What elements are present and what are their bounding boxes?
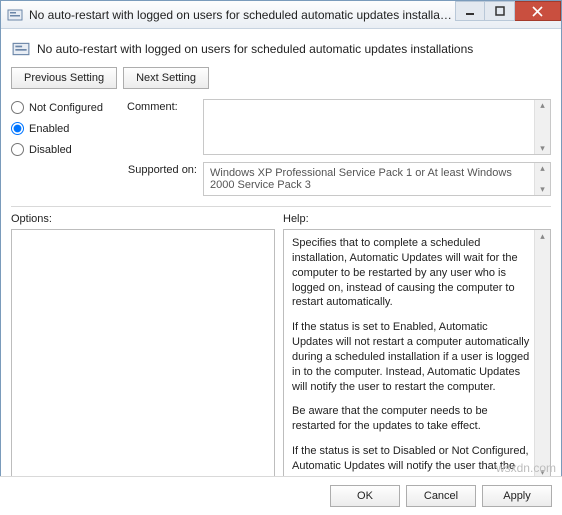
close-button[interactable]: [515, 1, 561, 21]
policy-header: No auto-restart with logged on users for…: [11, 35, 551, 67]
help-text: If the status is set to Disabled or Not …: [292, 444, 530, 479]
next-setting-button[interactable]: Next Setting: [123, 67, 209, 89]
radio-enabled-label: Enabled: [29, 123, 69, 135]
help-text: If the status is set to Enabled, Automat…: [292, 320, 530, 394]
state-radio-group: Not Configured Enabled Disabled: [11, 99, 121, 156]
window-controls: [455, 1, 561, 28]
scrollbar[interactable]: ▴ ▾: [534, 163, 550, 195]
apply-button[interactable]: Apply: [482, 485, 552, 507]
supported-on-text: Windows XP Professional Service Pack 1 o…: [210, 167, 512, 191]
radio-disabled-label: Disabled: [29, 144, 72, 156]
comment-textarea[interactable]: ▴ ▾: [203, 99, 551, 155]
scroll-up-icon[interactable]: ▴: [540, 100, 545, 111]
radio-not-configured[interactable]: Not Configured: [11, 101, 121, 114]
scroll-up-icon[interactable]: ▴: [540, 230, 545, 242]
title-bar: No auto-restart with logged on users for…: [1, 1, 561, 29]
scroll-down-icon[interactable]: ▾: [540, 184, 545, 195]
help-panel: Specifies that to complete a scheduled i…: [283, 229, 551, 479]
options-label: Options:: [11, 213, 283, 225]
scroll-down-icon[interactable]: ▾: [540, 143, 545, 154]
help-text: Be aware that the computer needs to be r…: [292, 404, 530, 434]
help-label: Help:: [283, 213, 309, 225]
ok-button[interactable]: OK: [330, 485, 400, 507]
window-title: No auto-restart with logged on users for…: [29, 8, 455, 22]
supported-on-field: Windows XP Professional Service Pack 1 o…: [203, 162, 551, 196]
help-text: Specifies that to complete a scheduled i…: [292, 236, 530, 310]
supported-on-label: Supported on:: [127, 156, 197, 176]
options-panel: [11, 229, 275, 479]
scrollbar[interactable]: ▴ ▾: [534, 100, 550, 154]
previous-setting-button[interactable]: Previous Setting: [11, 67, 117, 89]
radio-not-configured-label: Not Configured: [29, 102, 103, 114]
radio-disabled[interactable]: Disabled: [11, 143, 121, 156]
policy-title: No auto-restart with logged on users for…: [37, 42, 473, 56]
radio-enabled-input[interactable]: [11, 122, 24, 135]
comment-label: Comment:: [127, 99, 197, 113]
radio-enabled[interactable]: Enabled: [11, 122, 121, 135]
minimize-button[interactable]: [455, 1, 485, 21]
divider: [11, 206, 551, 207]
policy-icon: [11, 39, 31, 59]
dialog-footer: OK Cancel Apply: [0, 476, 562, 515]
radio-not-configured-input[interactable]: [11, 101, 24, 114]
maximize-button[interactable]: [485, 1, 515, 21]
scroll-up-icon[interactable]: ▴: [540, 163, 545, 174]
policy-icon: [7, 7, 23, 23]
scrollbar[interactable]: ▴ ▾: [534, 230, 550, 478]
cancel-button[interactable]: Cancel: [406, 485, 476, 507]
radio-disabled-input[interactable]: [11, 143, 24, 156]
